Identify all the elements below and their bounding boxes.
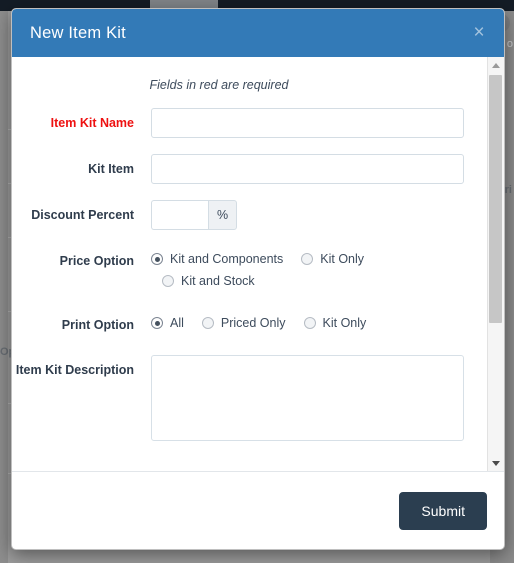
radio-dot-icon <box>201 317 214 329</box>
kit-item-input[interactable] <box>151 154 464 184</box>
radio-label: Kit Only <box>322 316 367 330</box>
item-kit-description-textarea[interactable] <box>151 355 464 441</box>
close-icon[interactable]: × <box>468 22 490 44</box>
submit-button[interactable]: Submit <box>399 491 487 530</box>
control-price-option: Kit and Components Kit Only Kit and Stoc… <box>134 246 486 288</box>
modal-body: Fields in red are required Item Kit Name… <box>12 57 504 471</box>
radio-label: Priced Only <box>220 316 286 330</box>
radio-label: Kit and Components <box>170 252 284 266</box>
scrollbar-down-button[interactable] <box>488 455 504 471</box>
field-group-item-kit-name: Item Kit Name <box>12 108 486 138</box>
label-kit-item: Kit Item <box>88 162 134 176</box>
scrollbar-up-button[interactable] <box>488 57 504 73</box>
control-print-option: All Priced Only Kit Only <box>134 310 486 330</box>
chevron-down-icon <box>492 460 500 466</box>
radio-dot-icon <box>162 275 174 287</box>
field-group-item-kit-description: Item Kit Description <box>12 355 486 446</box>
radio-label: Kit and Stock <box>181 274 255 288</box>
field-group-price-option: Price Option Kit and Components Kit Only <box>12 246 486 288</box>
radio-dot-icon <box>151 253 163 265</box>
discount-percent-input-group: % <box>151 200 238 230</box>
radio-label: All <box>170 316 184 330</box>
item-kit-name-input[interactable] <box>151 108 464 138</box>
modal-body-scrollbar[interactable] <box>487 57 504 471</box>
radio-price-option-kit-and-stock[interactable]: Kit and Stock <box>162 274 255 288</box>
label-item-kit-name: Item Kit Name <box>50 116 134 130</box>
background-nav-text-fragment: o <box>506 38 513 50</box>
modal-header: New Item Kit × <box>12 9 504 57</box>
label-item-kit-description: Item Kit Description <box>15 363 134 377</box>
required-fields-note: Fields in red are required <box>149 78 289 92</box>
radio-dot-icon <box>151 317 163 329</box>
field-group-discount-percent: Discount Percent % <box>12 200 486 230</box>
background-text-fragment-right: ri <box>504 184 512 196</box>
control-item-kit-description <box>134 355 486 446</box>
chevron-up-icon <box>492 62 500 68</box>
page-title: New Item Kit <box>30 23 126 42</box>
print-option-radio-row: All Priced Only Kit Only <box>151 310 464 330</box>
field-group-print-option: Print Option All Priced Only Kit Only <box>12 310 486 333</box>
radio-print-option-all[interactable]: All <box>151 316 184 330</box>
price-option-radio-row-1: Kit and Components Kit Only <box>151 246 464 266</box>
new-item-kit-modal: New Item Kit × Fields in red are require… <box>11 8 505 550</box>
price-option-radio-row-2: Kit and Stock <box>151 266 464 288</box>
radio-price-option-kit-only[interactable]: Kit Only <box>301 252 364 266</box>
label-discount-percent: Discount Percent <box>31 208 134 222</box>
radio-dot-icon <box>303 317 316 329</box>
radio-print-option-kit-only[interactable]: Kit Only <box>303 316 367 330</box>
modal-form: Fields in red are required Item Kit Name… <box>12 57 486 471</box>
radio-price-option-kit-and-components[interactable]: Kit and Components <box>151 252 283 266</box>
page-root: Op ri o New Item Kit × Fields in red are… <box>0 0 514 563</box>
radio-print-option-priced-only[interactable]: Priced Only <box>201 316 286 330</box>
background-side-column <box>0 11 8 563</box>
radio-label: Kit Only <box>320 252 365 266</box>
modal-footer: Submit <box>12 471 504 549</box>
label-print-option: Print Option <box>61 318 134 332</box>
percent-icon: % <box>208 200 238 230</box>
discount-percent-input[interactable] <box>151 200 208 230</box>
field-group-kit-item: Kit Item <box>12 154 486 184</box>
scrollbar-thumb[interactable] <box>489 75 502 323</box>
control-item-kit-name <box>134 108 486 138</box>
control-discount-percent: % <box>134 200 486 230</box>
control-kit-item <box>134 154 486 184</box>
background-nav-tab[interactable] <box>150 0 218 8</box>
label-price-option: Price Option <box>59 254 134 268</box>
radio-dot-icon <box>301 253 314 265</box>
